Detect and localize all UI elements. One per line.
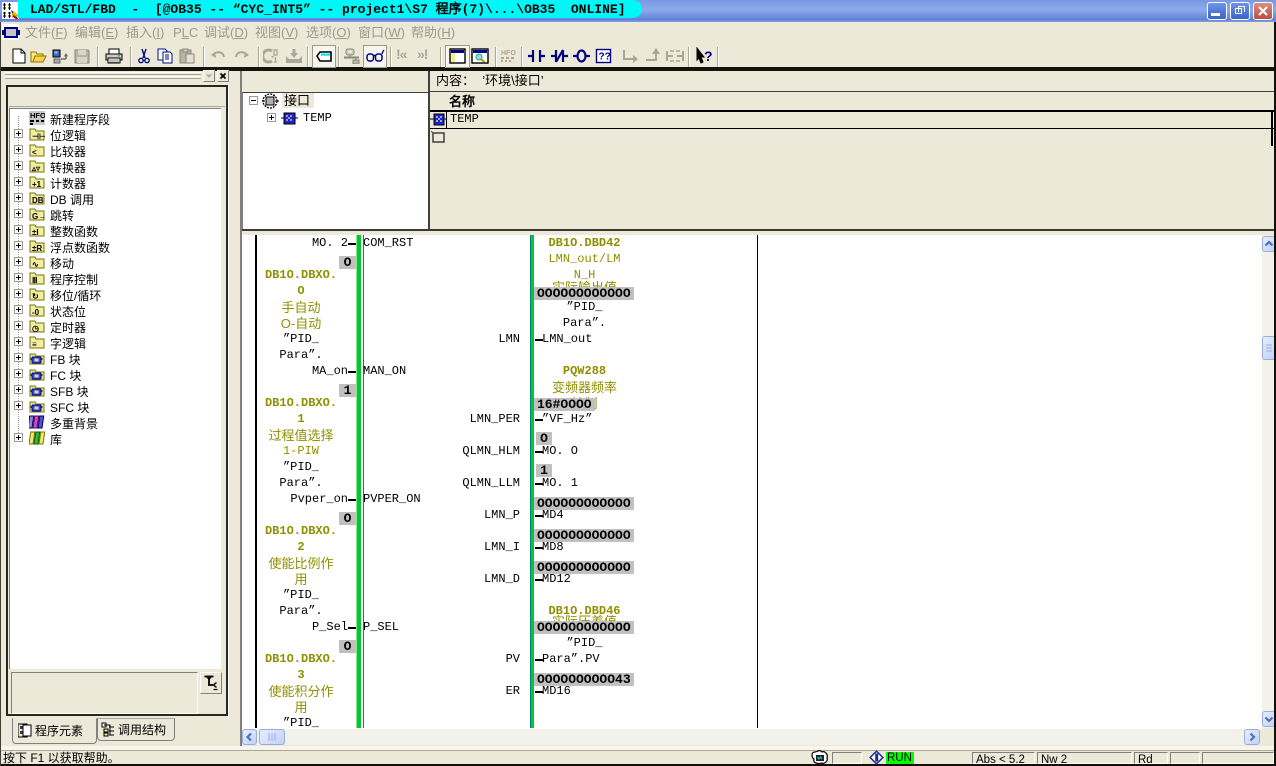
- svg-text:∿: ∿: [32, 260, 39, 269]
- svg-text:??: ??: [599, 52, 611, 63]
- svg-text:G→: G→: [32, 212, 45, 221]
- svg-text:DB: DB: [32, 196, 44, 205]
- svg-text:◷: ◷: [32, 324, 39, 333]
- svg-text:Ⅲ: Ⅲ: [32, 276, 38, 285]
- svg-text:HFO: HFO: [30, 111, 45, 120]
- svg-text:⊣⊢: ⊣⊢: [32, 131, 45, 141]
- svg-text:<: <: [32, 148, 37, 157]
- svg-text:+1: +1: [32, 180, 42, 189]
- svg-text:±I: ±I: [32, 228, 39, 237]
- svg-text:↻: ↻: [32, 292, 39, 301]
- svg-text:▵▿: ▵▿: [31, 164, 41, 173]
- svg-text:-0: -0: [32, 308, 40, 317]
- svg-text:HFO: HFO: [501, 50, 516, 57]
- svg-text:?: ?: [704, 48, 713, 64]
- svg-text:≡: ≡: [32, 340, 37, 349]
- svg-text:±R: ±R: [32, 244, 42, 253]
